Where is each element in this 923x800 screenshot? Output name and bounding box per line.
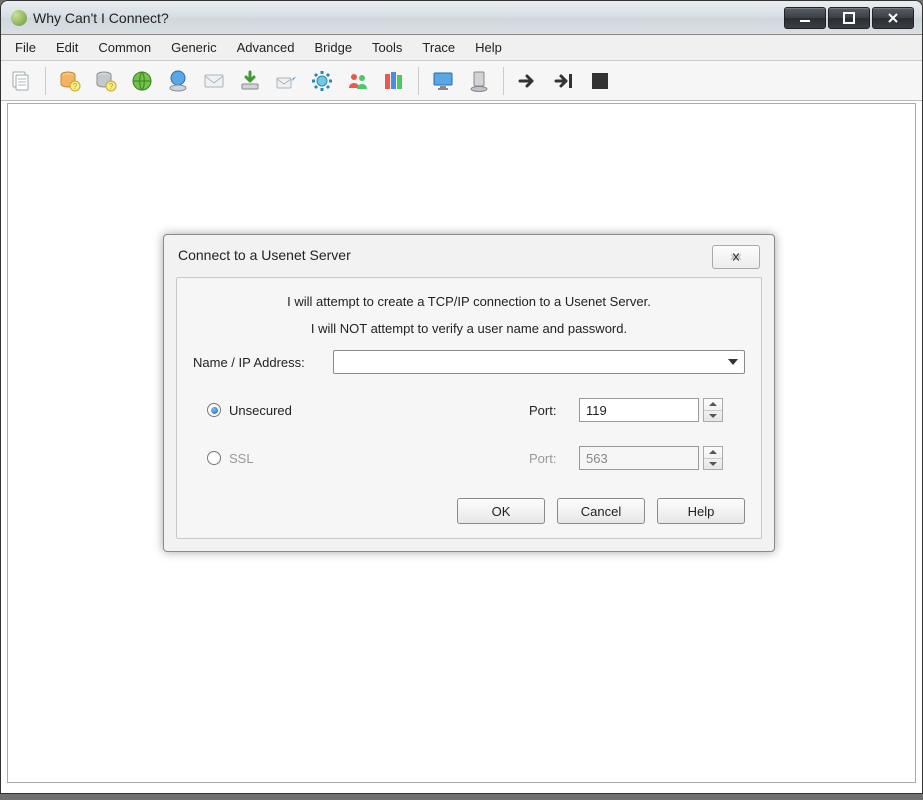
svg-text:?: ?: [73, 82, 78, 91]
help-button[interactable]: Help: [657, 498, 745, 524]
dialog-line2: I will NOT attempt to verify a user name…: [193, 321, 745, 336]
cancel-button[interactable]: Cancel: [557, 498, 645, 524]
window-title: Why Can't I Connect?: [33, 10, 169, 26]
menubar: File Edit Common Generic Advanced Bridge…: [1, 35, 922, 61]
chevron-down-icon: [728, 359, 738, 365]
menu-common[interactable]: Common: [88, 35, 161, 60]
window-buttons: [784, 7, 914, 29]
maximize-button[interactable]: [828, 7, 870, 29]
ssl-port-label: Port:: [529, 451, 579, 466]
globe-cloud-icon[interactable]: [164, 67, 192, 95]
unsecured-radio[interactable]: [207, 403, 221, 417]
minimize-button[interactable]: [784, 7, 826, 29]
envelope-icon[interactable]: [200, 67, 228, 95]
name-ip-combobox[interactable]: [333, 350, 745, 374]
arrow-right-icon[interactable]: [514, 67, 542, 95]
close-button[interactable]: [872, 7, 914, 29]
unsecured-label[interactable]: Unsecured: [229, 403, 529, 418]
stop-icon[interactable]: [586, 67, 614, 95]
ssl-label[interactable]: SSL: [229, 451, 529, 466]
ok-button[interactable]: OK: [457, 498, 545, 524]
ssl-radio[interactable]: [207, 451, 221, 465]
menu-generic[interactable]: Generic: [161, 35, 227, 60]
connect-usenet-dialog: Connect to a Usenet Server I will attemp…: [163, 234, 775, 552]
globe-icon[interactable]: [128, 67, 156, 95]
ssl-port-input: [579, 446, 699, 470]
ssl-port-spinner[interactable]: [703, 446, 723, 470]
svg-text:?: ?: [109, 82, 114, 91]
db-question-icon[interactable]: ?: [92, 67, 120, 95]
menu-tools[interactable]: Tools: [362, 35, 412, 60]
name-ip-label: Name / IP Address:: [193, 355, 333, 370]
menu-bridge[interactable]: Bridge: [304, 35, 362, 60]
content-area: Connect to a Usenet Server I will attemp…: [7, 103, 916, 783]
spinner-down-icon[interactable]: [704, 411, 722, 422]
unsecured-port-input[interactable]: [579, 398, 699, 422]
menu-help[interactable]: Help: [465, 35, 512, 60]
monitor-icon[interactable]: [429, 67, 457, 95]
unsecured-port-spinner[interactable]: [703, 398, 723, 422]
spinner-up-icon[interactable]: [704, 399, 722, 411]
download-icon[interactable]: [236, 67, 264, 95]
server-icon[interactable]: [465, 67, 493, 95]
db-add-icon[interactable]: ?: [56, 67, 84, 95]
menu-file[interactable]: File: [5, 35, 46, 60]
documents-icon[interactable]: [7, 67, 35, 95]
main-window: Why Can't I Connect? File Edit Common Ge…: [0, 0, 923, 794]
dialog-close-button[interactable]: [712, 245, 760, 269]
spinner-up-icon[interactable]: [704, 447, 722, 459]
menu-trace[interactable]: Trace: [412, 35, 465, 60]
spinner-down-icon[interactable]: [704, 459, 722, 470]
unsecured-port-label: Port:: [529, 403, 579, 418]
books-icon[interactable]: [380, 67, 408, 95]
gear-cog-icon[interactable]: [308, 67, 336, 95]
dialog-line1: I will attempt to create a TCP/IP connec…: [193, 294, 745, 309]
titlebar[interactable]: Why Can't I Connect?: [1, 1, 922, 35]
people-icon[interactable]: [344, 67, 372, 95]
app-icon: [11, 10, 27, 26]
menu-advanced[interactable]: Advanced: [227, 35, 305, 60]
dialog-title: Connect to a Usenet Server: [178, 245, 351, 263]
mail-send-icon[interactable]: [272, 67, 300, 95]
arrow-end-icon[interactable]: [550, 67, 578, 95]
menu-edit[interactable]: Edit: [46, 35, 88, 60]
toolbar: ? ?: [1, 61, 922, 101]
